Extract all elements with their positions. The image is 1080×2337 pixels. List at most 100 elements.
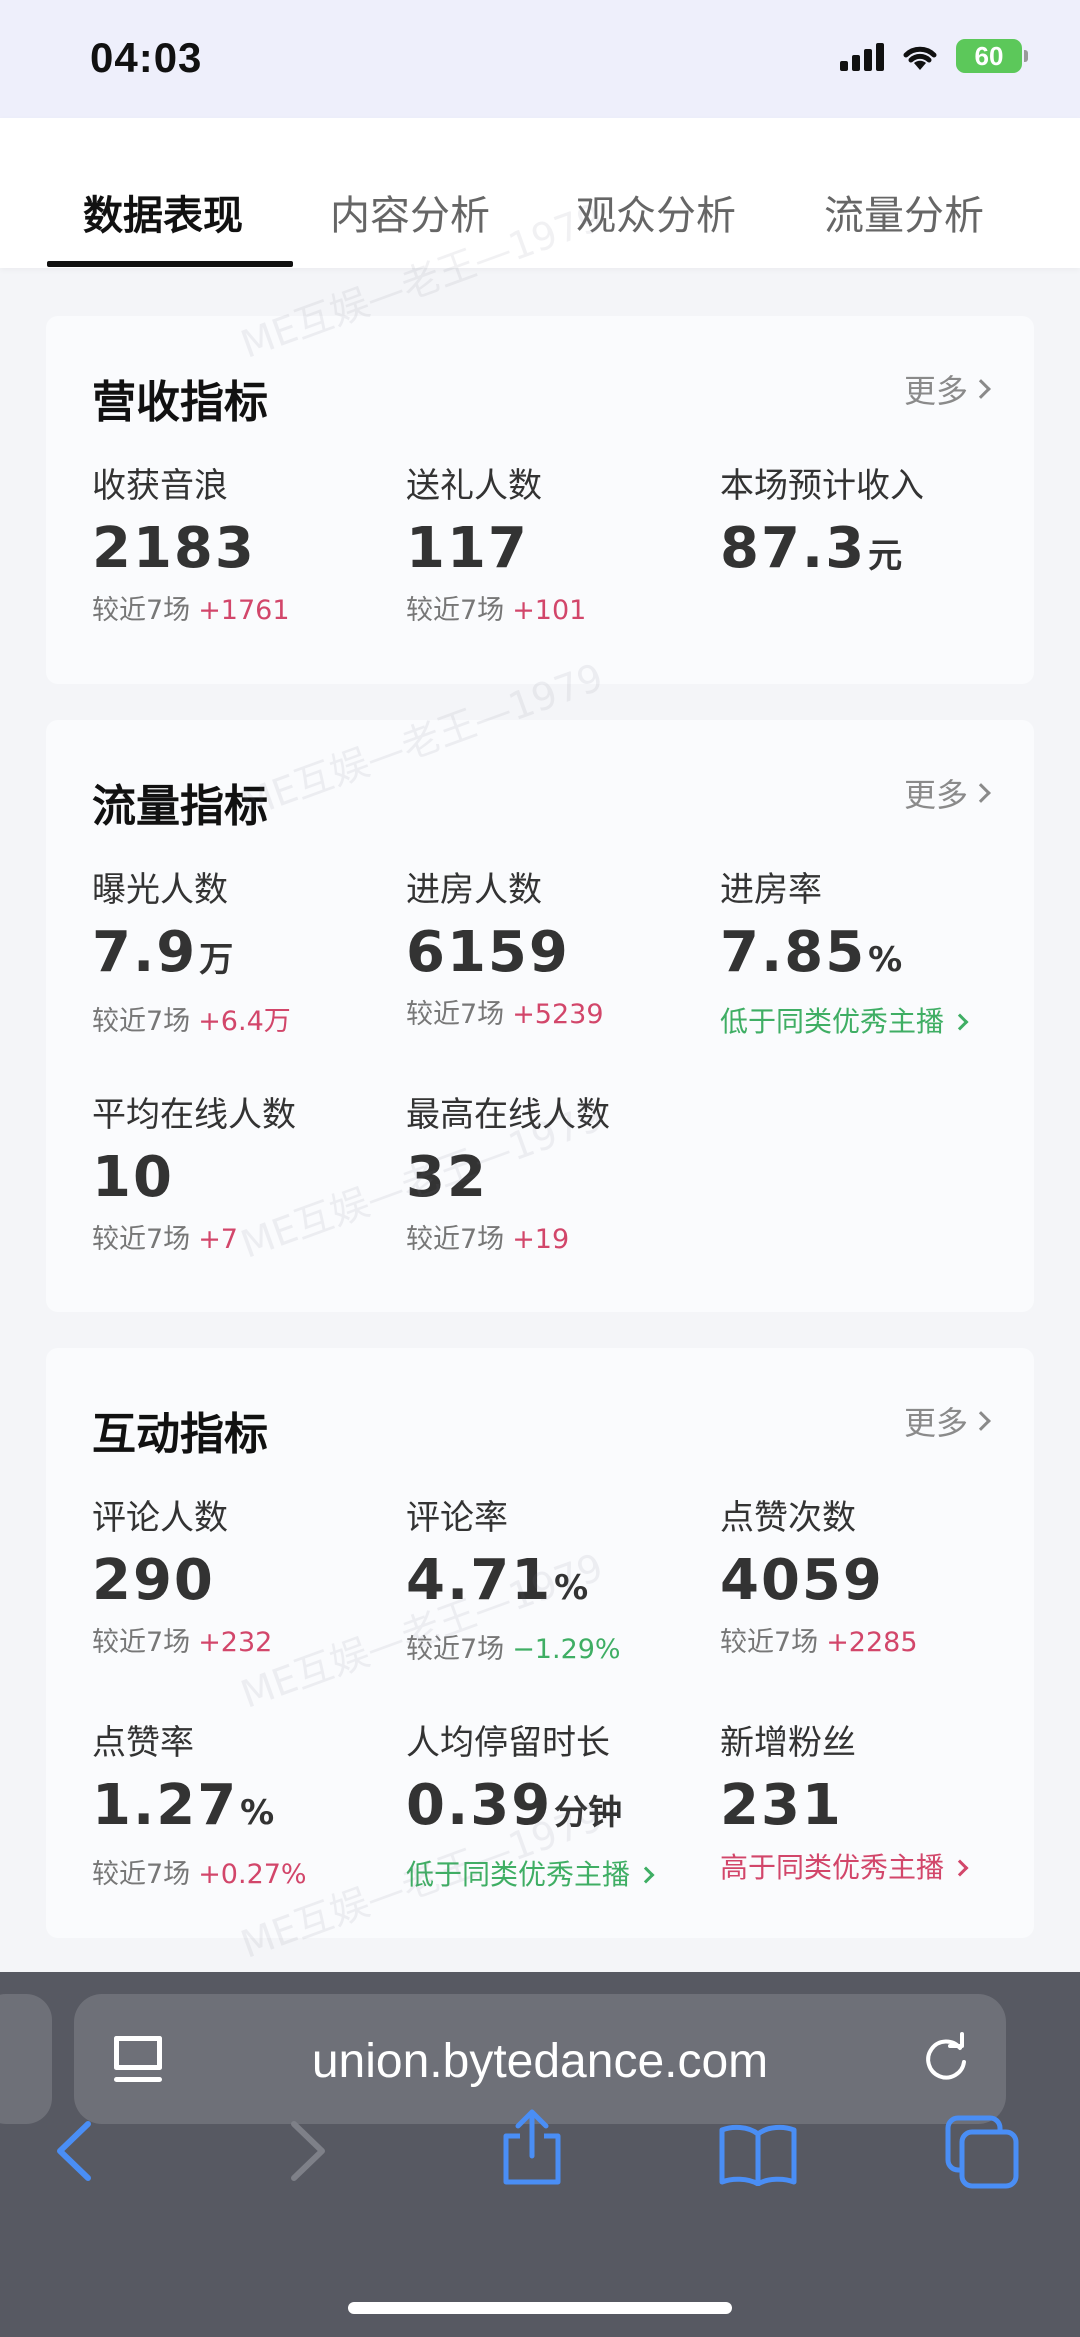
tab-content-analysis[interactable]: 内容分析 [330,183,490,241]
traffic-card: 流量指标 更多 曝光人数 7.9万 较近7场 +6.4万 进房人数 6159 较近… [46,720,1034,1312]
back-icon[interactable] [52,2118,98,2184]
revenue-card: 营收指标 更多 收获音浪 2183 较近7场 +1761 送礼人数 117 较近7… [46,316,1034,684]
metric-like-rate: 点赞率 1.27% 较近7场 +0.27% [92,1723,392,1892]
more-label: 更多 [903,776,968,814]
compare-label: 较近7场 [92,1006,191,1037]
tab-data-performance[interactable]: 数据表现 [83,183,243,241]
metric-label: 人均停留时长 [406,1723,610,1763]
metric-avg-stay-duration: 人均停留时长 0.39分钟 低于同类优秀主播 [406,1723,706,1892]
metric-value: 2183 [92,516,256,581]
metric-compare: 较近7场 +2285 [720,1626,1020,1660]
metric-compare: 较近7场 +101 [406,594,706,628]
metric-value-row: 87.3元 [720,518,1020,587]
metric-label: 新增粉丝 [720,1723,856,1763]
metric-label: 收获音浪 [92,466,228,506]
active-tab-indicator [47,261,293,267]
compare-label: 较近7场 [92,1627,191,1658]
tab-traffic-analysis[interactable]: 流量分析 [824,183,984,241]
metric-exposure: 曝光人数 7.9万 较近7场 +6.4万 [92,870,392,1039]
delta-value: −1.29% [512,1634,621,1665]
reload-icon[interactable] [920,2032,972,2084]
tabs-icon[interactable] [944,2114,1020,2190]
metric-compare: 较近7场 +6.4万 [92,1005,392,1039]
metric-label: 评论人数 [92,1498,228,1538]
metric-value-row: 7.85% [720,922,1020,991]
metric-entry-rate: 进房率 7.85% 低于同类优秀主播 [720,870,1020,1039]
metric-value: 32 [406,1145,488,1210]
metric-value: 1.27 [92,1773,239,1838]
metric-unit: 元 [868,536,903,576]
metric-commenters: 评论人数 290 较近7场 +232 [92,1498,392,1660]
metric-compare: 较近7场 +0.27% [92,1858,392,1892]
more-label: 更多 [903,1404,968,1442]
forward-icon[interactable] [284,2118,330,2184]
bookmarks-icon[interactable] [718,2124,798,2186]
metric-value-row: 0.39分钟 [406,1775,706,1844]
status-icons: 60 [840,36,1028,76]
traffic-more-link[interactable]: 更多 [903,770,991,816]
benchmark-note: 低于同类优秀主播 [720,1005,945,1038]
battery-icon: 60 [956,39,1028,73]
metric-label: 进房人数 [406,870,542,910]
interaction-more-link[interactable]: 更多 [903,1398,991,1444]
metric-value: 6159 [406,920,570,985]
compare-label: 较近7场 [92,1859,191,1890]
tab-audience-analysis[interactable]: 观众分析 [576,183,736,241]
delta-value: +101 [512,595,587,626]
benchmark-note-link[interactable]: 低于同类优秀主播 [720,1005,1020,1039]
previous-tab-preview[interactable] [0,1994,52,2124]
metric-label: 评论率 [406,1498,508,1538]
status-bar: 04:03 60 [0,0,1080,118]
chevron-right-icon [637,1866,655,1884]
chevron-right-icon [951,1859,969,1877]
metric-gift-sound-waves: 收获音浪 2183 较近7场 +1761 [92,466,392,628]
chevron-right-icon [971,379,991,399]
metric-value: 10 [92,1145,174,1210]
metric-peak-online: 最高在线人数 32 较近7场 +19 [406,1095,706,1257]
benchmark-note-link[interactable]: 高于同类优秀主播 [720,1851,1020,1885]
metric-label: 点赞次数 [720,1498,856,1538]
metric-unit: % [868,940,903,980]
delta-value: +232 [198,1627,273,1658]
cellular-signal-icon [840,41,884,71]
metric-gift-givers: 送礼人数 117 较近7场 +101 [406,466,706,628]
status-time: 04:03 [90,34,203,81]
metric-value-row: 4.71% [406,1550,706,1619]
metric-unit: 万 [199,940,234,980]
metric-new-followers: 新增粉丝 231 高于同类优秀主播 [720,1723,1020,1885]
metric-unit: 分钟 [554,1793,623,1833]
metric-label: 点赞率 [92,1723,194,1763]
delta-value: +5239 [512,999,604,1030]
share-icon[interactable] [500,2108,564,2186]
tab-bar: 数据表现 内容分析 观众分析 流量分析 [0,118,1080,268]
chevron-right-icon [971,1411,991,1431]
metric-label: 本场预计收入 [720,466,924,506]
metric-compare: 较近7场 −1.29% [406,1633,706,1667]
metric-compare: 较近7场 +5239 [406,998,706,1032]
benchmark-note: 低于同类优秀主播 [406,1858,631,1891]
home-indicator[interactable] [348,2302,732,2314]
card-title: 营收指标 [92,377,268,428]
compare-label: 较近7场 [92,1224,191,1255]
metric-label: 最高在线人数 [406,1095,610,1135]
metric-likes: 点赞次数 4059 较近7场 +2285 [720,1498,1020,1660]
url-text[interactable]: union.bytedance.com [74,2034,1006,2089]
metric-room-entries: 进房人数 6159 较近7场 +5239 [406,870,706,1032]
metric-value: 7.9 [92,920,198,985]
metric-compare: 较近7场 +19 [406,1223,706,1257]
metric-value: 7.85 [720,920,867,985]
metric-avg-online: 平均在线人数 10 较近7场 +7 [92,1095,392,1257]
card-title: 流量指标 [92,781,268,832]
metric-label: 平均在线人数 [92,1095,296,1135]
delta-value: +1761 [198,595,290,626]
benchmark-note-link[interactable]: 低于同类优秀主播 [406,1858,706,1892]
metric-value: 290 [92,1548,215,1613]
address-bar[interactable]: union.bytedance.com [74,1994,1006,2124]
chevron-right-icon [951,1013,969,1031]
metric-value: 0.39 [406,1773,553,1838]
benchmark-note: 高于同类优秀主播 [720,1851,945,1884]
compare-label: 较近7场 [406,1224,505,1255]
revenue-more-link[interactable]: 更多 [904,366,991,412]
metric-compare: 较近7场 +232 [92,1626,392,1660]
compare-label: 较近7场 [406,1634,505,1665]
